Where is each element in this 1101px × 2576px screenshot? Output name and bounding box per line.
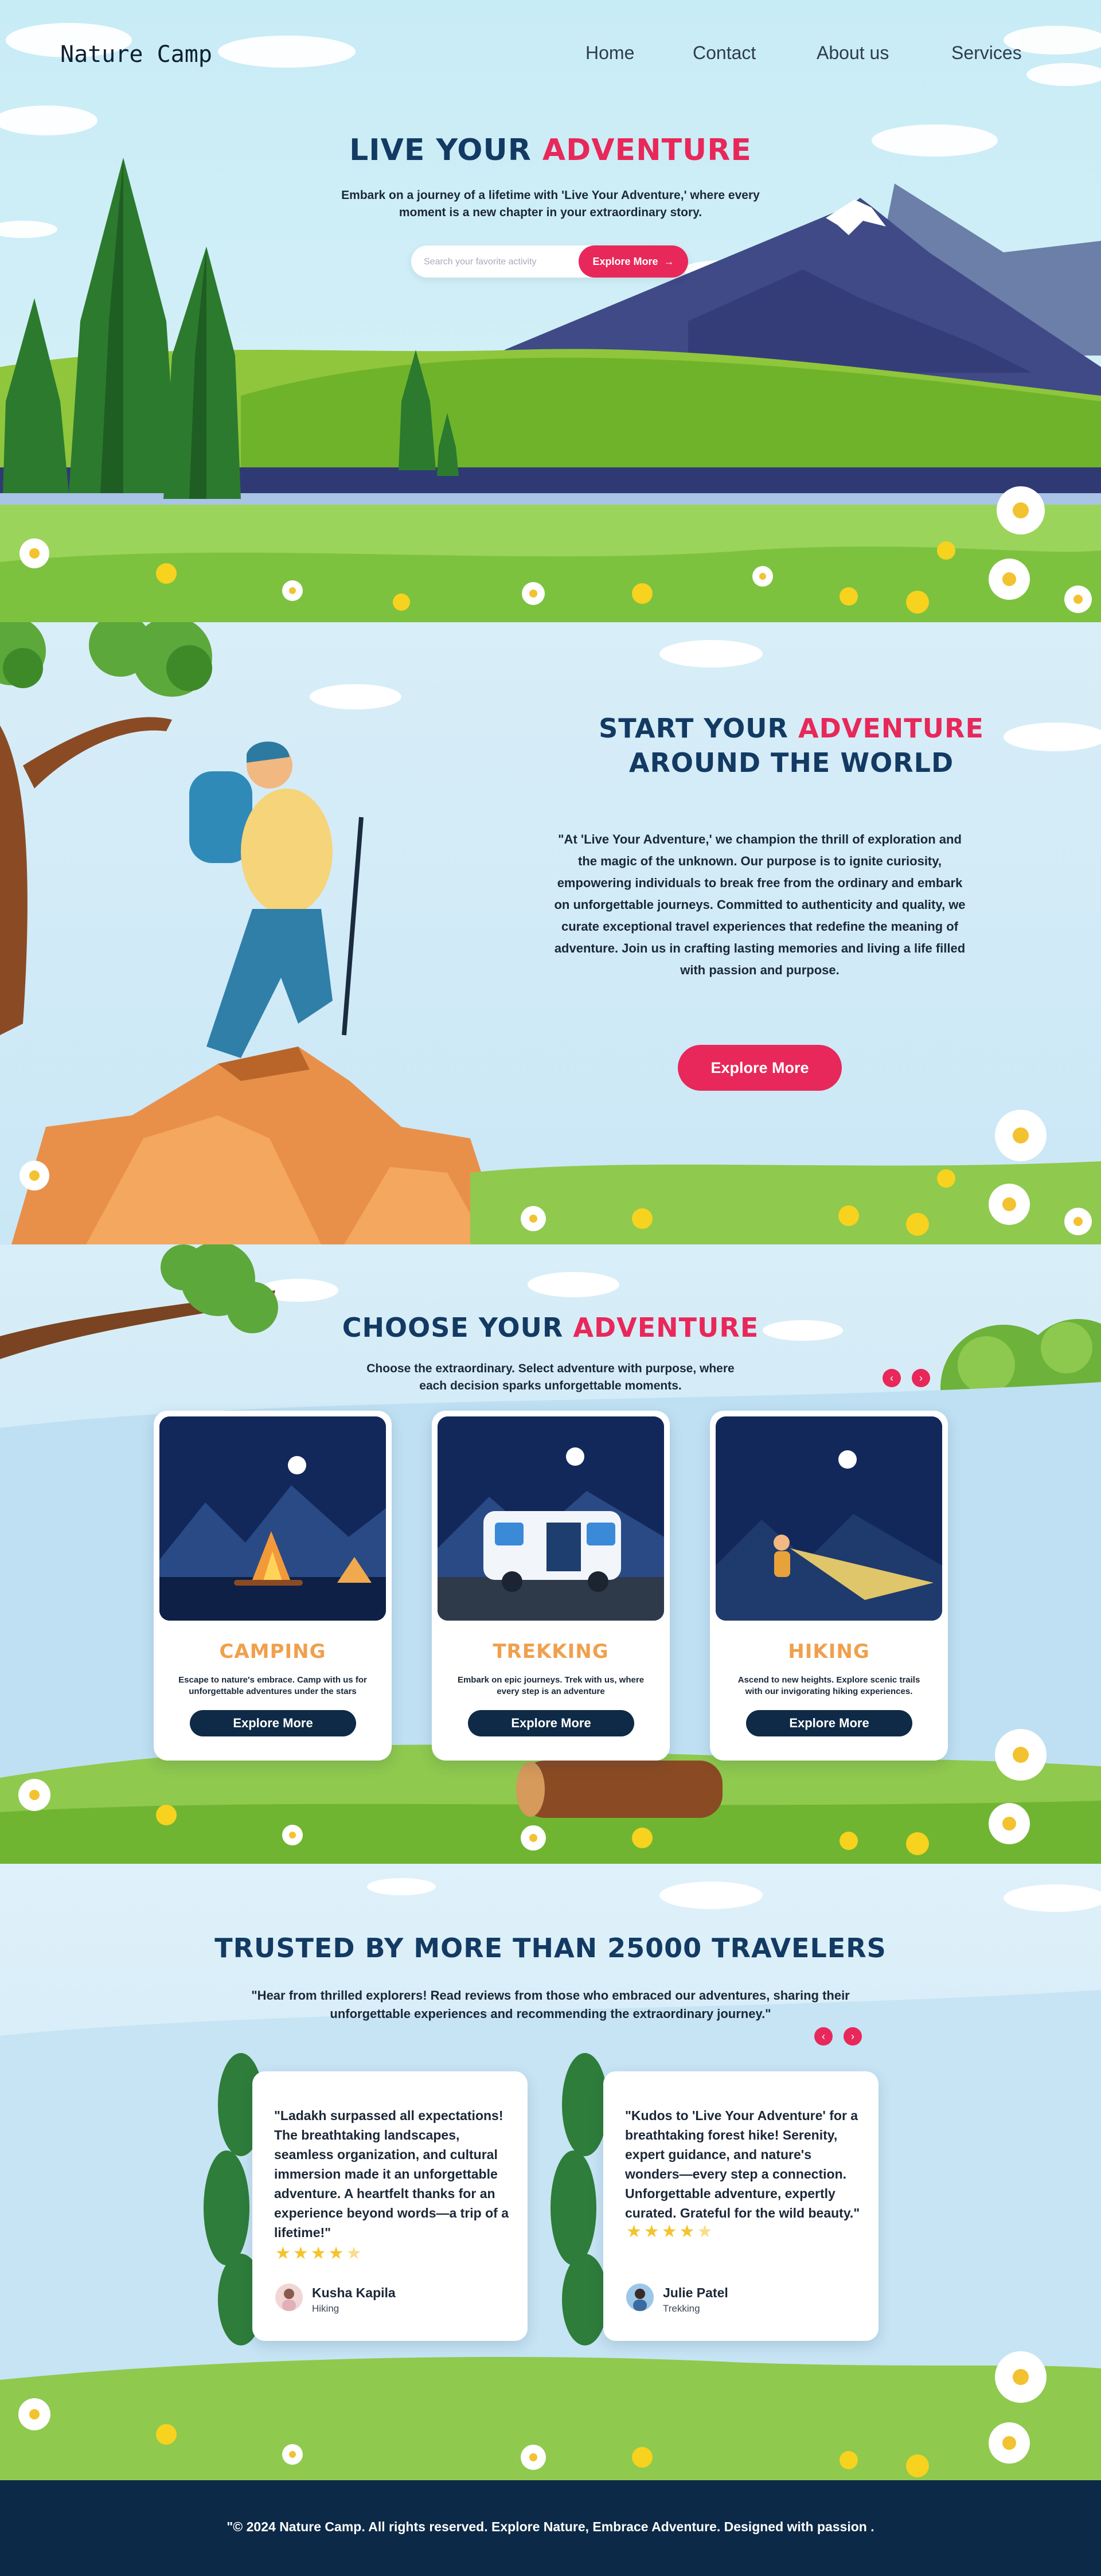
- about-section: START YOUR ADVENTURE AROUND THE WORLD "A…: [0, 622, 1101, 1244]
- nav-link-contact[interactable]: Contact: [693, 42, 756, 64]
- review-card: "Ladakh surpassed all expectations! The …: [252, 2071, 528, 2341]
- carousel-prev-button[interactable]: ‹: [883, 1369, 901, 1387]
- adventure-card-camping: CAMPING Escape to nature's embrace. Camp…: [154, 1411, 392, 1761]
- card-title: CAMPING: [219, 1640, 326, 1663]
- about-title-line2: AROUND THE WORLD: [628, 747, 954, 778]
- hero-title-highlight: ADVENTURE: [542, 133, 752, 167]
- carousel-next-button[interactable]: ›: [912, 1369, 930, 1387]
- site-footer: "© 2024 Nature Camp. All rights reserved…: [0, 2480, 1101, 2576]
- card-explore-button[interactable]: Explore More: [190, 1710, 356, 1736]
- camping-illustration: [159, 1416, 386, 1621]
- rating-stars: ★★★★★: [275, 2244, 364, 2263]
- hero-explore-button[interactable]: Explore More →: [579, 245, 688, 278]
- testimonials-title: TRUSTED BY MORE THAN 25000 TRAVELERS: [214, 1933, 887, 1964]
- avatar: [275, 2284, 303, 2311]
- chevron-right-icon: ›: [851, 2031, 854, 2042]
- about-title-part1: START YOUR: [599, 713, 798, 744]
- hiking-illustration: [716, 1416, 942, 1621]
- card-description: Embark on epic journeys. Trek with us, w…: [457, 1675, 645, 1696]
- activity-search-input[interactable]: [423, 245, 585, 279]
- reviewer-name: Kusha Kapila: [312, 2285, 396, 2300]
- reviewer-trip: Hiking: [312, 2303, 339, 2314]
- choose-title-part1: CHOOSE YOUR: [342, 1312, 573, 1343]
- rating-stars: ★★★★★: [626, 2222, 715, 2241]
- adventure-card-trekking: TREKKING Embark on epic journeys. Trek w…: [432, 1411, 670, 1761]
- card-explore-button[interactable]: Explore More: [746, 1710, 912, 1736]
- card-title: HIKING: [788, 1640, 870, 1663]
- site-logo[interactable]: Nature Camp: [60, 41, 212, 68]
- reviews-next-button[interactable]: ›: [844, 2027, 862, 2046]
- card-description: Ascend to new heights. Explore scenic tr…: [737, 1675, 920, 1696]
- hero-landscape-illustration: [0, 23, 1101, 622]
- avatar: [626, 2284, 654, 2311]
- choose-title-highlight: ADVENTURE: [573, 1312, 759, 1343]
- about-paragraph: "At 'Live Your Adventure,' we champion t…: [554, 832, 966, 977]
- reviewer-trip: Trekking: [663, 2303, 700, 2314]
- arrow-right-icon: →: [661, 255, 674, 267]
- about-title: START YOUR ADVENTURE AROUND THE WORLD: [505, 711, 1078, 780]
- reviewer-name: Julie Patel: [663, 2285, 728, 2300]
- activity-search-bar: Explore More →: [411, 245, 688, 279]
- testimonials-subtitle: "Hear from thrilled explorers! Read revi…: [251, 1988, 850, 2021]
- review-quote: "Ladakh surpassed all expectations! The …: [274, 2108, 509, 2240]
- chevron-left-icon: ‹: [822, 2031, 825, 2042]
- adventure-card-hiking: HIKING Ascend to new heights. Explore sc…: [710, 1411, 948, 1761]
- hero-title: LIVE YOUR ADVENTURE: [0, 133, 1101, 167]
- hero-title-part1: LIVE YOUR: [349, 133, 542, 167]
- card-title: TREKKING: [493, 1640, 609, 1663]
- nav-link-home[interactable]: Home: [585, 42, 634, 64]
- reviews-prev-button[interactable]: ‹: [814, 2027, 833, 2046]
- nav-link-about-us[interactable]: About us: [817, 42, 889, 64]
- footer-copyright: "© 2024 Nature Camp. All rights reserved…: [227, 2519, 874, 2534]
- hero-explore-button-label: Explore More: [592, 255, 658, 267]
- hero-section: Nature Camp Home Contact About us Servic…: [0, 0, 1101, 622]
- nav-link-services[interactable]: Services: [951, 42, 1022, 64]
- chevron-right-icon: ›: [919, 1372, 923, 1384]
- chevron-left-icon: ‹: [890, 1372, 893, 1384]
- about-title-highlight: ADVENTURE: [798, 713, 984, 744]
- review-quote: "Kudos to 'Live Your Adventure' for a br…: [625, 2108, 860, 2220]
- about-explore-button[interactable]: Explore More: [678, 1045, 842, 1091]
- trekking-illustration: [438, 1416, 664, 1621]
- choose-title: CHOOSE YOUR ADVENTURE: [0, 1312, 1101, 1343]
- card-explore-button[interactable]: Explore More: [468, 1710, 634, 1736]
- hero-subtitle: Embark on a journey of a lifetime with '…: [341, 189, 760, 219]
- card-description: Escape to nature's embrace. Camp with us…: [178, 1675, 367, 1696]
- review-card: "Kudos to 'Live Your Adventure' for a br…: [603, 2071, 879, 2341]
- choose-subtitle: Choose the extraordinary. Select adventu…: [366, 1362, 735, 1392]
